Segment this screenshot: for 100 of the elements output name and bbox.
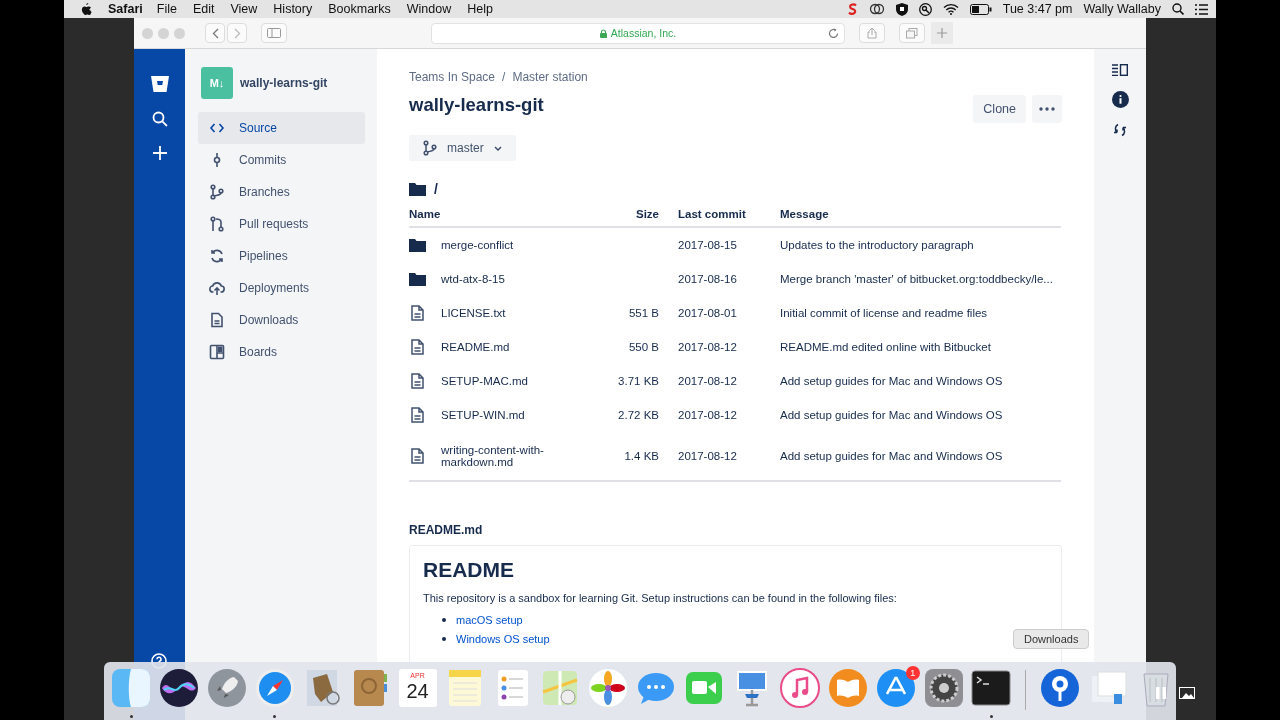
menu-item[interactable]: View — [230, 2, 258, 16]
sidebar-item[interactable]: Commits — [198, 144, 365, 176]
file-size: 1.4 KB — [624, 450, 659, 462]
chevron-right-icon — [233, 27, 241, 39]
current-path: / — [434, 181, 438, 197]
file-size: 2.72 KB — [618, 409, 659, 421]
menu-item[interactable]: Window — [406, 2, 452, 16]
file-name-link[interactable]: SETUP-MAC.md — [441, 375, 528, 387]
chevron-down-icon — [493, 145, 502, 151]
sidebar-toggle-button[interactable] — [261, 23, 287, 43]
plus-icon[interactable] — [151, 145, 168, 161]
search-icon[interactable] — [151, 111, 168, 127]
chevron-left-icon — [211, 27, 219, 39]
clone-button[interactable]: Clone — [973, 95, 1026, 123]
document-icon — [409, 448, 426, 464]
readme-link[interactable]: Windows OS setup — [456, 632, 550, 645]
location-pin-icon[interactable] — [1040, 668, 1081, 708]
menu-item[interactable]: Bookmarks — [328, 2, 391, 16]
file-name-link[interactable]: wtd-atx-8-15 — [441, 273, 505, 285]
menu-item[interactable]: Help — [467, 2, 493, 16]
sidebar-item[interactable]: Boards — [198, 336, 365, 368]
tabs-button[interactable] — [899, 23, 925, 43]
search-icon[interactable] — [1172, 3, 1184, 15]
commit-message: Initial commit of license and readme files — [780, 307, 988, 319]
orb-icon[interactable] — [158, 668, 199, 708]
bullet-icon — [442, 617, 446, 622]
document-icon — [409, 305, 426, 321]
cycle-icon — [209, 248, 225, 264]
repository-name[interactable]: wally-learns-git — [240, 76, 328, 90]
file-size: 550 B — [628, 341, 659, 353]
menu-clock[interactable]: Tue 3:47 pm — [1002, 2, 1073, 16]
music-note-icon[interactable] — [779, 668, 820, 708]
menu-item[interactable]: History — [273, 2, 313, 16]
pause-icon[interactable] — [1155, 687, 1167, 699]
breadcrumb-link[interactable]: Master station — [512, 70, 588, 84]
open-book-icon[interactable] — [827, 668, 868, 708]
app-store-icon[interactable] — [875, 668, 916, 708]
bullet-icon — [442, 636, 446, 641]
sidebar-item[interactable]: Branches — [198, 176, 365, 208]
dock-tooltip: Downloads — [1013, 629, 1090, 649]
cloud-upload-icon — [209, 280, 225, 296]
compass-icon[interactable] — [254, 668, 295, 708]
file-name-link[interactable]: README.md — [441, 341, 510, 353]
document-icon — [409, 407, 426, 423]
board-icon — [209, 344, 225, 360]
menu-user-name[interactable]: Wally Wallaby — [1083, 2, 1161, 16]
shield-icon[interactable] — [895, 2, 908, 16]
flower-icon[interactable] — [588, 668, 629, 708]
commit-message: Add setup guides for Mac and Windows OS — [780, 409, 1003, 421]
back-button[interactable] — [205, 23, 225, 43]
address-text: Atlassian, Inc. — [610, 27, 677, 39]
share-icon — [867, 27, 877, 39]
commit-date: 2017-08-12 — [678, 341, 737, 353]
more-button[interactable] — [1032, 95, 1062, 123]
sidebar-item[interactable]: Source — [198, 112, 365, 144]
bucket-logo-icon[interactable] — [149, 75, 170, 93]
commit-message: Updates to the introductory paragraph — [780, 239, 974, 251]
magnifier-circle-icon[interactable] — [918, 2, 932, 16]
column-header: Name — [409, 208, 609, 227]
sidebar-item[interactable]: Downloads — [198, 304, 365, 336]
menu-app-name[interactable]: Safari — [108, 2, 143, 16]
menu-item[interactable]: Edit — [192, 2, 215, 16]
gear-icon[interactable] — [923, 668, 964, 708]
commit-message: Merge branch 'master' of bitbucket.org:toddbecky/le... — [780, 273, 1053, 285]
breadcrumb-link[interactable]: Teams In Space — [409, 70, 496, 84]
file-name-link[interactable]: merge-conflict — [441, 239, 514, 251]
sidebar-item[interactable]: Pipelines — [198, 240, 365, 272]
file-name-link[interactable]: writing-content-with-markdown.md — [441, 444, 566, 468]
info-icon[interactable] — [1111, 91, 1129, 108]
s-logo-icon[interactable] — [846, 2, 858, 16]
commit-date: 2017-08-16 — [678, 273, 737, 285]
branch-icon — [209, 184, 225, 200]
commit-date: 2017-08-12 — [678, 375, 737, 387]
file-name-link[interactable]: SETUP-WIN.md — [441, 409, 525, 421]
list-icon[interactable] — [1195, 3, 1208, 15]
repository-title: wally-learns-git — [409, 94, 544, 116]
readme-file-name: README.md — [409, 523, 484, 537]
battery-icon[interactable] — [969, 3, 992, 15]
apple-icon[interactable] — [81, 2, 92, 16]
rings-icon[interactable] — [868, 3, 885, 15]
terminal-icon[interactable] — [971, 668, 1012, 708]
commit-message: Add setup guides for Mac and Windows OS — [780, 450, 1003, 462]
lock-icon — [599, 28, 607, 38]
file-name-link[interactable]: LICENSE.txt — [441, 307, 506, 319]
menu-item[interactable]: File — [156, 2, 177, 16]
reload-icon[interactable] — [828, 27, 839, 39]
breadcrumb-separator: / — [502, 70, 506, 84]
readme-link[interactable]: macOS setup — [456, 613, 523, 626]
screen-icon[interactable] — [1179, 687, 1195, 699]
rocket-icon[interactable] — [206, 668, 247, 708]
sidebar-item[interactable]: Pull requests — [198, 208, 365, 240]
sidebar-icon — [267, 28, 281, 38]
sidebar-item[interactable]: Deployments — [198, 272, 365, 304]
column-header: Size — [609, 208, 678, 227]
branch-dropdown[interactable]: master — [409, 135, 516, 161]
folder-icon — [409, 238, 426, 252]
column-header: Message — [780, 208, 1061, 227]
readme-heading: README — [423, 558, 515, 582]
list-panel-icon[interactable] — [1112, 64, 1128, 76]
wifi-icon[interactable] — [942, 3, 959, 15]
